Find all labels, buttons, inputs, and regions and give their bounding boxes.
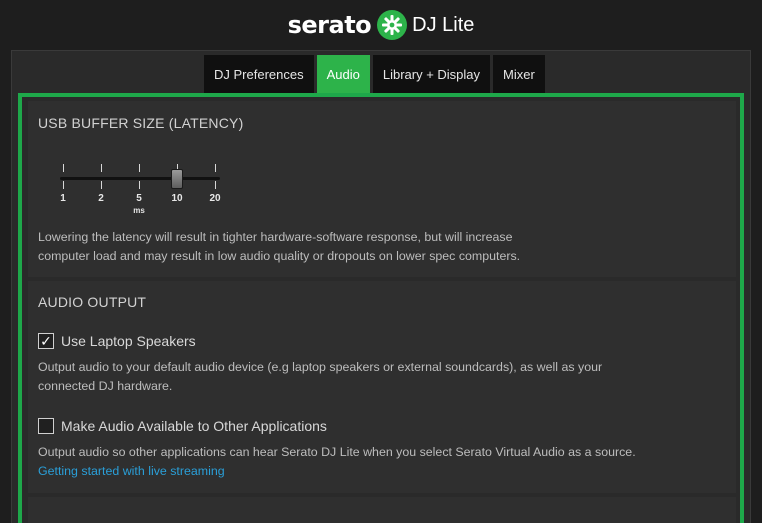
share-audio-row[interactable]: Make Audio Available to Other Applicatio… (38, 418, 327, 434)
tick-label-10: 10 (171, 193, 183, 204)
slider-tick (63, 181, 64, 189)
audio-output-title: AUDIO OUTPUT (38, 294, 147, 310)
use-laptop-speakers-label[interactable]: Use Laptop Speakers (61, 333, 196, 349)
tick-label-5: 5 (136, 193, 142, 204)
share-audio-checkbox[interactable] (38, 418, 54, 434)
serato-preferences-window: serato DJ Lite DJ Preferences Audio Libr… (0, 0, 762, 523)
checkmark-icon: ✓ (40, 333, 52, 349)
app-header: serato DJ Lite (0, 0, 762, 50)
usb-buffer-section: USB BUFFER SIZE (LATENCY) 1 2 5 10 20 ms (28, 101, 736, 277)
slider-tick (215, 181, 216, 189)
slider-tick (139, 181, 140, 189)
slider-tick (101, 164, 102, 172)
laptop-speakers-description-line: connected DJ hardware. (38, 379, 173, 393)
share-audio-label[interactable]: Make Audio Available to Other Applicatio… (61, 418, 327, 434)
buffer-description-line: computer load and may result in low audi… (38, 249, 521, 263)
slider-tick (63, 164, 64, 172)
tab-mixer[interactable]: Mixer (493, 55, 545, 93)
use-laptop-speakers-checkbox[interactable]: ✓ (38, 333, 54, 349)
serato-logo: serato DJ Lite (287, 10, 475, 40)
use-laptop-speakers-row[interactable]: ✓ Use Laptop Speakers (38, 333, 196, 349)
tick-label-2: 2 (98, 193, 104, 204)
slider-tick (101, 181, 102, 189)
audio-settings-content: USB BUFFER SIZE (LATENCY) 1 2 5 10 20 ms (18, 93, 744, 523)
brand-name: serato (287, 11, 372, 39)
slider-tick (215, 164, 216, 172)
buffer-description: Lowering the latency will result in tigh… (38, 228, 728, 266)
tick-label-20: 20 (209, 193, 221, 204)
product-name: DJ Lite (412, 13, 475, 36)
live-streaming-link[interactable]: Getting started with live streaming (38, 462, 728, 481)
latency-slider[interactable]: 1 2 5 10 20 ms (58, 159, 238, 219)
laptop-speakers-description-line: Output audio to your default audio devic… (38, 360, 603, 374)
tab-audio[interactable]: Audio (316, 55, 370, 93)
share-audio-description-line: Output audio so other applications can h… (38, 445, 636, 459)
buffer-description-line: Lowering the latency will result in tigh… (38, 230, 513, 244)
tick-label-1: 1 (60, 193, 66, 204)
laptop-speakers-description: Output audio to your default audio devic… (38, 358, 728, 396)
usb-buffer-title: USB BUFFER SIZE (LATENCY) (38, 115, 244, 131)
slider-track[interactable] (60, 177, 220, 180)
share-audio-description: Output audio so other applications can h… (38, 443, 728, 481)
tab-dj-preferences[interactable]: DJ Preferences (204, 55, 314, 93)
preferences-tabs: DJ Preferences Audio Library + Display M… (204, 55, 545, 93)
serato-logo-icon (377, 10, 408, 40)
audio-output-section: AUDIO OUTPUT ✓ Use Laptop Speakers Outpu… (28, 281, 736, 493)
slider-tick (139, 164, 140, 172)
slider-thumb[interactable] (165, 167, 191, 193)
tab-library-display[interactable]: Library + Display (372, 55, 491, 93)
next-section (28, 497, 736, 523)
unit-label: ms (133, 206, 145, 215)
